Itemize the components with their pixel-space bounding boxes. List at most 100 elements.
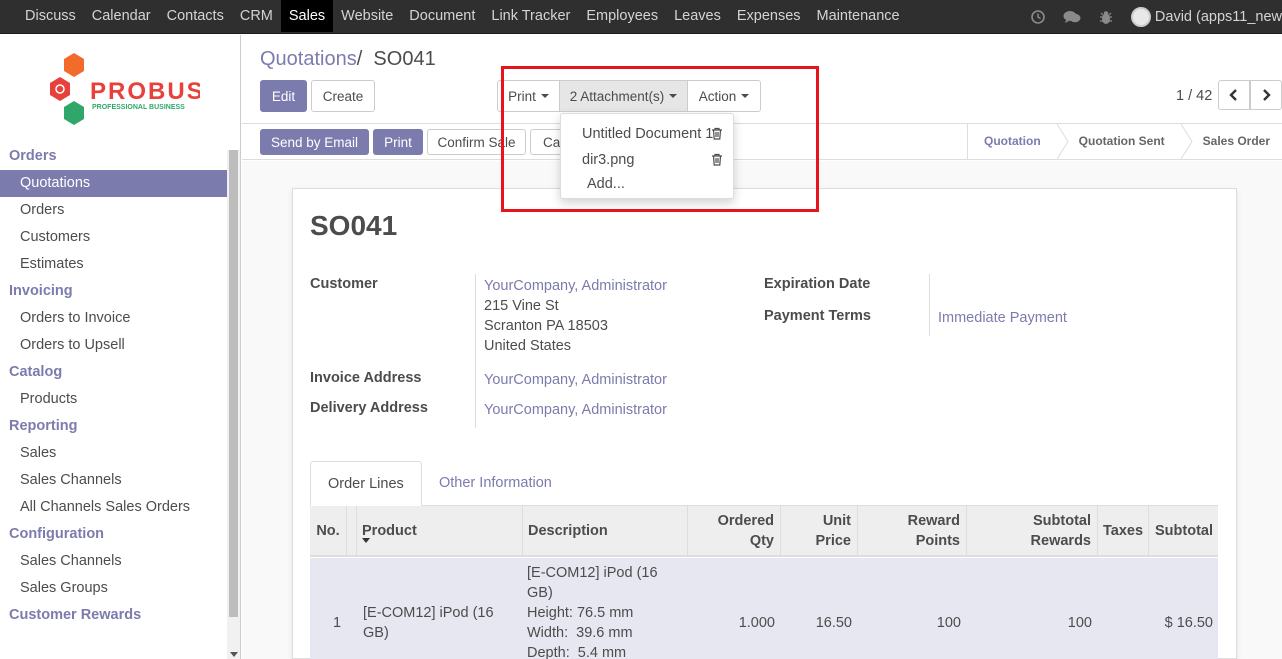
row-subtotal: $ 16.50 (1164, 615, 1213, 631)
row-description-line4: Width: 39.6 mm (527, 625, 633, 641)
order-lines-header: No. Product Description Ordered Qty Unit P… (310, 506, 1218, 557)
delivery-address-label: Delivery Address (310, 400, 428, 416)
menu-link-tracker[interactable]: Link Tracker (483, 0, 578, 32)
sidebar: PROBUSE PROFESSIONAL BUSINESS Orders Quo… (0, 35, 241, 659)
avatar (1130, 7, 1151, 27)
column-subtotal-rewards-line2: Rewards (1030, 532, 1091, 549)
sort-down-icon (362, 538, 370, 543)
column-ordered-qty-line2: Qty (749, 532, 774, 549)
sidebar-item-quotations[interactable]: Quotations (0, 170, 227, 197)
sidebar-item-config-sales-channels[interactable]: Sales Channels (0, 548, 227, 575)
row-subtotal-rewards: 100 (1067, 615, 1092, 631)
pager-previous-button[interactable] (1218, 80, 1250, 110)
user-menu[interactable]: David (apps11_new (1123, 7, 1282, 27)
logo-tagline: PROFESSIONAL BUSINESS (92, 104, 185, 111)
sidebar-header-invoicing: Invoicing (9, 283, 73, 299)
menu-maintenance[interactable]: Maintenance (809, 0, 908, 32)
column-description[interactable]: Description (523, 506, 688, 555)
row-description-line2: GB) (527, 585, 553, 601)
sidebar-header-catalog: Catalog (9, 364, 63, 380)
stage-arrow-icon (1180, 124, 1193, 159)
menu-discuss[interactable]: Discuss (17, 0, 84, 32)
menu-crm[interactable]: CRM (232, 0, 281, 32)
bug-icon[interactable] (1089, 0, 1123, 34)
column-handle (347, 506, 357, 555)
payment-terms-field[interactable]: Immediate Payment (938, 310, 1067, 326)
sidebar-item-all-channels-sales-orders[interactable]: All Channels Sales Orders (0, 494, 227, 521)
clock-icon[interactable] (1021, 0, 1055, 34)
logo-brand: PROBUSE (90, 78, 200, 105)
scroll-down-icon[interactable] (230, 652, 238, 657)
sidebar-item-orders-to-invoice[interactable]: Orders to Invoice (0, 305, 227, 332)
row-description-line5: Depth: 5.4 mm (527, 645, 627, 659)
sidebar-header-configuration: Configuration (9, 526, 105, 542)
sidebar-item-sales[interactable]: Sales (0, 440, 227, 467)
delivery-address-field[interactable]: YourCompany, Administrator (484, 402, 667, 418)
customer-address-line2: Scranton PA 18503 (484, 318, 608, 334)
column-no[interactable]: No. (310, 506, 347, 555)
expiration-date-label: Expiration Date (764, 276, 871, 292)
create-button[interactable]: Create (311, 80, 375, 112)
menu-employees[interactable]: Employees (578, 0, 666, 32)
sidebar-scroll-thumb[interactable] (229, 150, 238, 617)
print-button[interactable]: Print (373, 129, 423, 155)
stage-quotation-sent[interactable]: Quotation Sent (1069, 124, 1181, 159)
send-by-email-button[interactable]: Send by Email (260, 129, 369, 155)
tab-other-information[interactable]: Other Information (422, 461, 569, 506)
column-subtotal-rewards[interactable]: Subtotal Rewards (967, 506, 1098, 555)
menu-contacts[interactable]: Contacts (159, 0, 232, 32)
systray: David (apps11_new (1021, 0, 1282, 34)
column-subtotal[interactable]: Subtotal (1149, 506, 1218, 555)
row-no: 1 (333, 615, 342, 631)
breadcrumb-quotations[interactable]: Quotations (260, 48, 357, 70)
chat-icon[interactable] (1055, 0, 1089, 34)
menu-leaves[interactable]: Leaves (666, 0, 729, 32)
sidebar-item-sales-channels[interactable]: Sales Channels (0, 467, 227, 494)
row-description-line1: [E-COM12] iPod (16 (527, 565, 658, 581)
menu-expenses[interactable]: Expenses (729, 0, 809, 32)
row-description-line3: Height: 76.5 mm (527, 605, 634, 621)
breadcrumb-current: SO041 (373, 48, 436, 70)
menu-calendar[interactable]: Calendar (84, 0, 159, 32)
row-product: [E-COM12] iPod (16 GB) (363, 603, 518, 643)
customer-field[interactable]: YourCompany, Administrator (484, 278, 667, 294)
column-subtotal-rewards-line1: Subtotal (1033, 512, 1091, 529)
column-reward-points[interactable]: Reward Points (858, 506, 967, 555)
row-product-line2: GB) (363, 625, 389, 641)
sidebar-item-orders[interactable]: Orders (0, 197, 227, 224)
sidebar-item-products[interactable]: Products (0, 386, 227, 413)
column-ordered-qty-line1: Ordered (717, 512, 774, 529)
stage-sales-order[interactable]: Sales Order (1193, 124, 1282, 159)
row-ordered-qty: 1.000 (738, 615, 775, 631)
row-reward-points: 100 (936, 615, 961, 631)
column-unit-price-line1: Unit (822, 512, 851, 529)
pager-value[interactable]: 1 / 42 (1176, 88, 1212, 104)
stage-arrow-icon (1056, 124, 1069, 159)
field-divider (475, 274, 476, 428)
sidebar-item-customers[interactable]: Customers (0, 224, 227, 251)
column-unit-price-line2: Price (815, 532, 851, 549)
breadcrumb-separator: / (356, 48, 363, 70)
highlight-box (501, 66, 819, 212)
menu-document[interactable]: Document (401, 0, 483, 32)
pager-next-button[interactable] (1250, 80, 1282, 110)
sidebar-item-estimates[interactable]: Estimates (0, 251, 227, 278)
chevron-right-icon (1263, 89, 1271, 101)
sidebar-item-orders-to-upsell[interactable]: Orders to Upsell (0, 332, 227, 359)
sidebar-item-sales-groups[interactable]: Sales Groups (0, 575, 227, 602)
customer-label: Customer (310, 276, 378, 292)
edit-button[interactable]: Edit (260, 80, 307, 112)
column-unit-price[interactable]: Unit Price (781, 506, 858, 555)
menu-website[interactable]: Website (333, 0, 401, 32)
invoice-address-field[interactable]: YourCompany, Administrator (484, 372, 667, 388)
user-name: David (apps11_new (1154, 9, 1282, 25)
chevron-left-icon (1229, 89, 1237, 101)
table-row[interactable]: 1 [E-COM12] iPod (16 GB) [E-COM12] iPod (… (310, 558, 1218, 659)
tab-order-lines[interactable]: Order Lines (310, 461, 422, 506)
menu-sales[interactable]: Sales (280, 0, 334, 32)
column-product[interactable]: Product (357, 506, 523, 555)
top-navbar: Discuss Calendar Contacts CRM Sales Webs… (0, 0, 1282, 34)
column-taxes[interactable]: Taxes (1098, 506, 1149, 555)
column-ordered-qty[interactable]: Ordered Qty (688, 506, 781, 555)
sidebar-scrollbar[interactable] (227, 150, 240, 659)
